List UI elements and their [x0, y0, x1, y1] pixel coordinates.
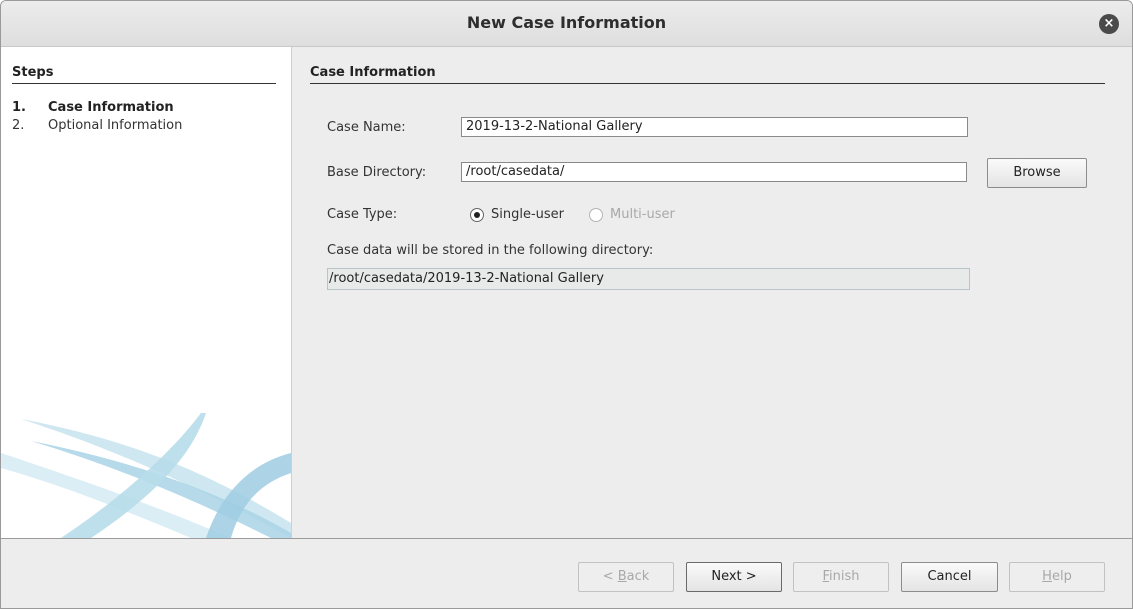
multi-user-label[interactable]: Multi-user	[610, 207, 675, 222]
section-title: Case Information	[310, 65, 1105, 84]
storage-path-field: /root/casedata/2019-13-2-National Galler…	[327, 268, 970, 290]
base-directory-label: Base Directory:	[327, 165, 427, 180]
form-panel: Case Information Case Name: 2019-13-2-Na…	[292, 47, 1132, 538]
browse-button[interactable]: Browse	[987, 158, 1087, 188]
case-type-label: Case Type:	[327, 207, 398, 222]
button-bar: < Back Next > Finish Cancel Help	[1, 539, 1132, 608]
case-name-label: Case Name:	[327, 120, 406, 135]
cancel-button[interactable]: Cancel	[901, 562, 998, 592]
step-case-information: 1. Case Information	[12, 100, 174, 115]
close-icon[interactable]: ×	[1099, 14, 1119, 34]
steps-header: Steps	[12, 65, 276, 84]
next-button[interactable]: Next >	[686, 562, 782, 592]
multi-user-radio[interactable]	[589, 208, 603, 222]
decorative-swoosh-graphic	[1, 413, 291, 538]
storage-note: Case data will be stored in the followin…	[327, 243, 654, 258]
base-directory-input[interactable]: /root/casedata/	[461, 162, 967, 182]
step-optional-information: 2. Optional Information	[12, 118, 182, 133]
back-button[interactable]: < Back	[578, 562, 674, 592]
new-case-dialog: New Case Information × Steps 1. Case Info…	[0, 0, 1133, 609]
single-user-radio[interactable]	[470, 208, 484, 222]
steps-panel: Steps 1. Case Information 2. Optional Info…	[1, 47, 292, 538]
step-label: Case Information	[48, 100, 174, 115]
finish-button[interactable]: Finish	[793, 562, 889, 592]
title-bar: New Case Information ×	[1, 1, 1132, 47]
help-button[interactable]: Help	[1009, 562, 1105, 592]
dialog-title: New Case Information	[466, 13, 667, 32]
single-user-label[interactable]: Single-user	[491, 207, 564, 222]
step-number: 1.	[12, 100, 26, 115]
step-label: Optional Information	[48, 118, 183, 133]
case-name-input[interactable]: 2019-13-2-National Gallery	[461, 117, 968, 137]
step-number: 2.	[12, 118, 25, 133]
